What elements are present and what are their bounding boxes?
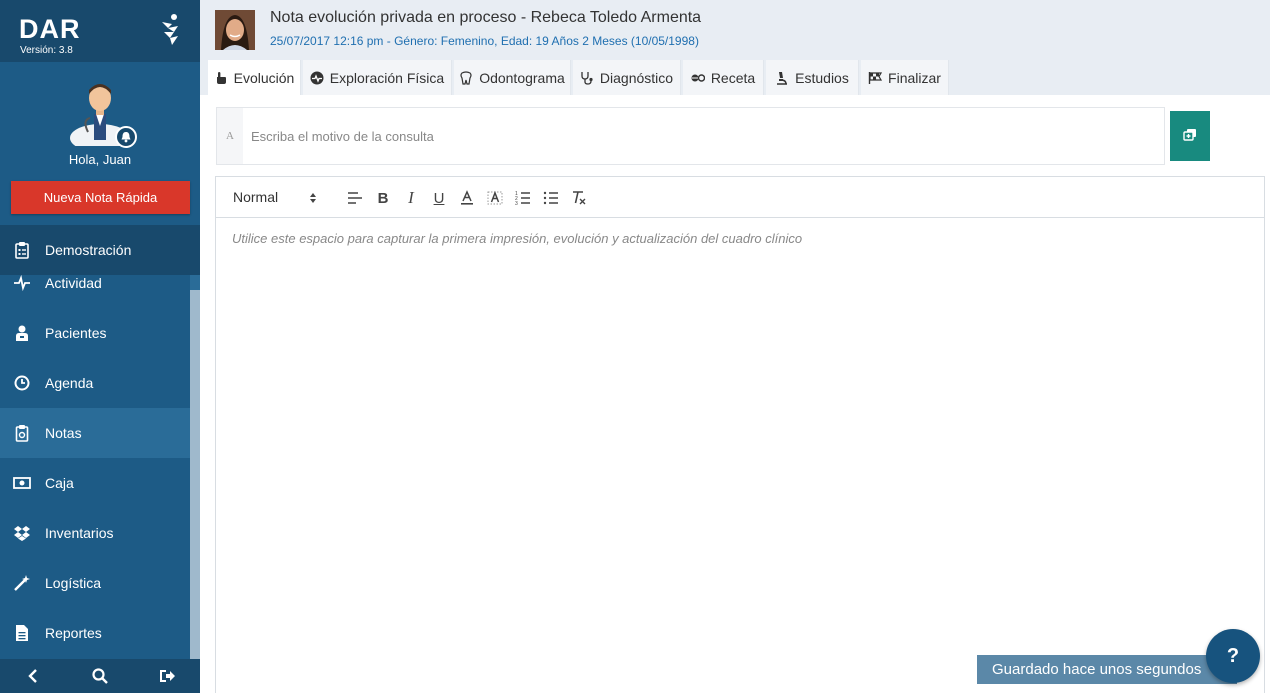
dropbox-icon: [14, 526, 30, 541]
clock-icon: [14, 375, 30, 391]
pills-icon: [691, 73, 705, 82]
sidebar-item-label: Demostración: [45, 242, 132, 258]
tab-exploracion-fisica[interactable]: Exploración Física: [303, 60, 452, 95]
tab-label: Diagnóstico: [599, 69, 674, 86]
help-button[interactable]: ?: [1206, 629, 1260, 683]
patient-photo: [215, 10, 255, 50]
sidebar-item-pacientes[interactable]: Pacientes: [0, 308, 190, 358]
clear-format-icon[interactable]: [570, 189, 588, 207]
sidebar: DAR Versión: 3.8 Hola, Juan Nueva Nota R…: [0, 0, 200, 693]
sidebar-item-label: Pacientes: [45, 325, 107, 341]
tab-label: Receta: [710, 69, 756, 86]
tab-label: Exploración Física: [329, 69, 445, 86]
tab-estudios[interactable]: Estudios: [766, 60, 859, 95]
flag-checkered-icon: [868, 71, 883, 84]
consultation-reason-input[interactable]: [251, 125, 1151, 147]
tab-evolucion[interactable]: Evolución: [208, 60, 301, 95]
quick-note-button[interactable]: Nueva Nota Rápida: [11, 181, 190, 214]
svg-text:3: 3: [515, 201, 518, 206]
app-window: DAR Versión: 3.8 Hola, Juan Nueva Nota R…: [0, 0, 1270, 693]
chevron-left-icon[interactable]: [24, 667, 42, 685]
hand-pointer-icon: [216, 71, 226, 84]
sidebar-nav: Actividad Pacientes Agenda Notas Caja In…: [0, 275, 200, 659]
magic-wand-icon: [14, 575, 30, 591]
sidebar-item-logistica[interactable]: Logística: [0, 558, 190, 608]
rich-text-editor: Normal B I U 123 Utilice este espacio pa…: [215, 176, 1265, 693]
brand-logo-icon: [162, 14, 178, 45]
tab-diagnostico[interactable]: Diagnóstico: [573, 60, 681, 95]
save-status: Guardado hace unos segundos: [977, 655, 1237, 684]
sidebar-footer: [0, 659, 200, 693]
patient-info: 25/07/2017 12:16 pm - Género: Femenino, …: [270, 34, 699, 48]
reason-field-prefix: A: [217, 108, 243, 164]
search-icon[interactable]: [91, 667, 109, 685]
consultation-reason-field: A: [216, 107, 1165, 165]
note-title: Nota evolución privada en proceso - Rebe…: [270, 9, 702, 26]
sidebar-scrollbar-thumb[interactable]: [190, 275, 200, 290]
sign-out-icon[interactable]: [158, 667, 176, 685]
pulse-icon: [14, 275, 30, 292]
tab-odontograma[interactable]: Odontograma: [454, 60, 571, 95]
sidebar-item-label: Actividad: [45, 275, 102, 291]
microscope-icon: [777, 71, 788, 85]
editor-toolbar: Normal B I U 123: [216, 177, 1264, 218]
note-header: Nota evolución privada en proceso - Rebe…: [200, 0, 1270, 95]
tab-receta[interactable]: Receta: [683, 60, 764, 95]
tab-label: Estudios: [795, 69, 849, 86]
sidebar-item-label: Notas: [45, 425, 82, 441]
tab-label: Finalizar: [888, 69, 941, 86]
heartbeat-circle-icon: [310, 71, 324, 84]
tab-label: Evolución: [233, 69, 295, 86]
sidebar-item-notas[interactable]: Notas: [0, 408, 190, 458]
underline-icon[interactable]: U: [430, 189, 448, 207]
sidebar-item-actividad[interactable]: Actividad: [0, 275, 190, 308]
background-color-icon[interactable]: [486, 189, 504, 207]
user-profile: Hola, Juan: [0, 62, 200, 177]
italic-icon[interactable]: I: [402, 188, 420, 207]
sidebar-item-demostracion[interactable]: Demostración: [0, 225, 200, 275]
sidebar-item-label: Agenda: [45, 375, 94, 391]
user-icon: [16, 325, 28, 341]
main-content: Nota evolución privada en proceso - Rebe…: [200, 0, 1270, 693]
notifications-bell-icon[interactable]: [115, 126, 137, 148]
ordered-list-icon[interactable]: 123: [514, 189, 532, 207]
sidebar-item-agenda[interactable]: Agenda: [0, 358, 190, 408]
document-icon: [16, 625, 28, 641]
sidebar-item-label: Caja: [45, 475, 74, 491]
clipboard-list-icon: [15, 242, 29, 259]
sidebar-item-caja[interactable]: Caja: [0, 458, 190, 508]
templates-button[interactable]: [1170, 111, 1210, 161]
sidebar-item-reportes[interactable]: Reportes: [0, 608, 190, 658]
clone-icon: [1183, 128, 1196, 141]
sidebar-item-label: Inventarios: [45, 525, 114, 541]
stethoscope-icon: [581, 71, 593, 85]
brand-name: DAR: [19, 14, 81, 44]
sidebar-scrollbar[interactable]: [190, 275, 200, 659]
tooth-icon: [460, 70, 472, 85]
text-color-icon[interactable]: [458, 189, 476, 207]
sidebar-item-inventarios[interactable]: Inventarios: [0, 508, 190, 558]
editor-placeholder[interactable]: Utilice este espacio para capturar la pr…: [232, 231, 802, 246]
money-icon: [13, 477, 31, 489]
brand-version: Versión: 3.8: [20, 45, 73, 56]
select-caret-icon[interactable]: [309, 192, 317, 204]
clipboard-icon: [15, 425, 29, 442]
sidebar-item-label: Reportes: [45, 625, 102, 641]
brand: DAR Versión: 3.8: [0, 0, 200, 62]
bold-icon[interactable]: B: [374, 189, 392, 207]
sidebar-item-label: Logística: [45, 575, 102, 591]
align-icon[interactable]: [346, 189, 364, 207]
tab-label: Odontograma: [479, 69, 565, 86]
tab-finalizar[interactable]: Finalizar: [861, 60, 949, 95]
bullet-list-icon[interactable]: [542, 189, 560, 207]
user-greeting: Hola, Juan: [68, 152, 132, 167]
